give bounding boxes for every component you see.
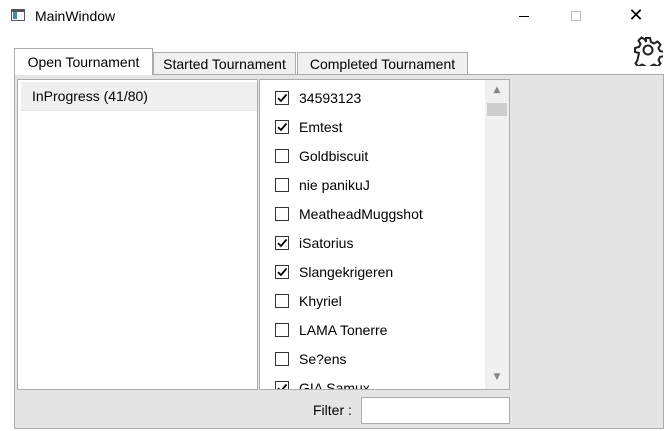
player-checkbox[interactable] bbox=[275, 265, 289, 279]
player-checkbox[interactable] bbox=[275, 352, 289, 366]
player-name: Goldbiscuit bbox=[299, 148, 369, 164]
check-icon bbox=[277, 238, 288, 248]
check-icon bbox=[277, 383, 288, 389]
tournament-item[interactable]: InProgress (41/80) bbox=[21, 82, 257, 111]
tab-completed-tournament[interactable]: Completed Tournament bbox=[297, 52, 468, 75]
minimize-button[interactable] bbox=[501, 0, 547, 32]
player-row[interactable]: GIA Samux bbox=[275, 378, 370, 390]
player-row[interactable]: Khyriel bbox=[275, 291, 342, 311]
maximize-button[interactable] bbox=[553, 0, 599, 32]
window-title: MainWindow bbox=[35, 8, 116, 24]
player-checkbox[interactable] bbox=[275, 120, 289, 134]
check-icon bbox=[277, 122, 288, 132]
close-icon: ✕ bbox=[628, 5, 644, 26]
tab-open-tournament[interactable]: Open Tournament bbox=[14, 48, 153, 75]
player-name: Khyriel bbox=[299, 293, 342, 309]
player-name: GIA Samux bbox=[299, 380, 370, 390]
gear-icon bbox=[634, 36, 665, 71]
player-row[interactable]: Emtest bbox=[275, 117, 343, 137]
player-row[interactable]: LAMA Tonerre bbox=[275, 320, 387, 340]
scroll-down-icon[interactable]: ▼ bbox=[485, 372, 509, 382]
player-checkbox[interactable] bbox=[275, 91, 289, 105]
tab-started-tournament[interactable]: Started Tournament bbox=[153, 52, 296, 75]
minimize-icon bbox=[519, 15, 529, 17]
player-list[interactable]: 34593123 Emtest Goldbiscuit nie panikuJ Meat… bbox=[259, 79, 510, 390]
scroll-up-icon[interactable]: ▲ bbox=[485, 85, 509, 95]
player-name: Se?ens bbox=[299, 351, 347, 367]
app-window-icon bbox=[11, 9, 25, 21]
scrollbar-thumb[interactable] bbox=[487, 103, 507, 116]
player-row[interactable]: Goldbiscuit bbox=[275, 146, 368, 166]
check-icon bbox=[277, 267, 288, 277]
maximize-icon bbox=[571, 11, 581, 21]
player-checkbox[interactable] bbox=[275, 236, 289, 250]
player-name: LAMA Tonerre bbox=[299, 322, 388, 338]
vertical-scrollbar[interactable]: ▲ ▼ bbox=[485, 80, 509, 389]
player-row[interactable]: Slangekrigeren bbox=[275, 262, 393, 282]
filter-label: Filter : bbox=[313, 402, 352, 418]
player-row[interactable]: Se?ens bbox=[275, 349, 346, 369]
settings-button[interactable] bbox=[633, 36, 665, 71]
filter-input[interactable] bbox=[361, 397, 510, 424]
title-bar: MainWindow ✕ bbox=[0, 0, 666, 32]
player-row[interactable]: nie panikuJ bbox=[275, 175, 370, 195]
player-name: 34593123 bbox=[299, 90, 362, 106]
player-name: nie panikuJ bbox=[299, 177, 370, 193]
player-row[interactable]: 34593123 bbox=[275, 88, 361, 108]
player-checkbox[interactable] bbox=[275, 381, 289, 389]
player-checkbox[interactable] bbox=[275, 207, 289, 221]
player-checkbox[interactable] bbox=[275, 178, 289, 192]
player-checkbox[interactable] bbox=[275, 149, 289, 163]
player-checkbox[interactable] bbox=[275, 294, 289, 308]
player-name: Slangekrigeren bbox=[299, 264, 394, 280]
player-row[interactable]: iSatorius bbox=[275, 233, 353, 253]
player-name: Emtest bbox=[299, 119, 343, 135]
player-name: MeatheadMuggshot bbox=[299, 206, 423, 222]
player-name: iSatorius bbox=[299, 235, 354, 251]
close-button[interactable]: ✕ bbox=[613, 0, 659, 32]
tournament-list: InProgress (41/80) bbox=[17, 79, 258, 390]
check-icon bbox=[277, 93, 288, 103]
player-row[interactable]: MeatheadMuggshot bbox=[275, 204, 423, 224]
player-checkbox[interactable] bbox=[275, 323, 289, 337]
